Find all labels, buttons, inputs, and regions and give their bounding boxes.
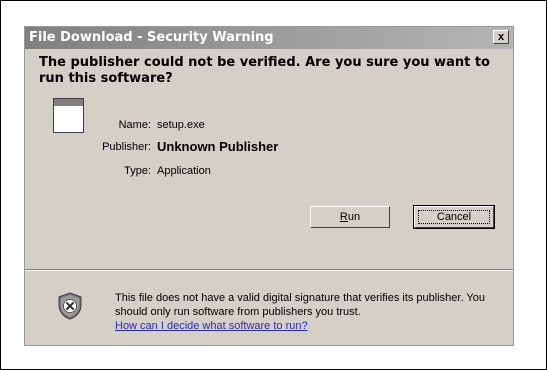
type-label: Type: [124, 165, 151, 177]
separator [25, 269, 513, 271]
publisher-value: Unknown Publisher [157, 139, 279, 154]
close-button[interactable]: x [493, 30, 509, 44]
name-value: setup.exe [157, 119, 205, 131]
run-button[interactable]: Run [310, 206, 390, 228]
publisher-question: The publisher could not be verified. Are… [39, 55, 490, 86]
run-accelerator: R [339, 211, 348, 223]
name-label: Name: [118, 119, 151, 131]
close-icon: x [497, 31, 505, 43]
type-value: Application [157, 165, 211, 177]
security-warning-dialog: File Download - Security Warning x The p… [24, 26, 514, 346]
publisher-label: Publisher: [102, 141, 151, 153]
application-window-icon [53, 98, 84, 133]
cancel-button[interactable]: Cancel [413, 205, 495, 229]
warning-message: This file does not have a valid digital … [115, 291, 505, 333]
warning-text: This file does not have a valid digital … [115, 292, 485, 318]
security-shield-icon [58, 292, 82, 320]
dialog-title: File Download - Security Warning [29, 30, 274, 45]
run-label: un [347, 211, 361, 223]
help-link[interactable]: How can I decide what software to run? [115, 320, 308, 332]
title-bar[interactable]: File Download - Security Warning x [25, 27, 513, 49]
